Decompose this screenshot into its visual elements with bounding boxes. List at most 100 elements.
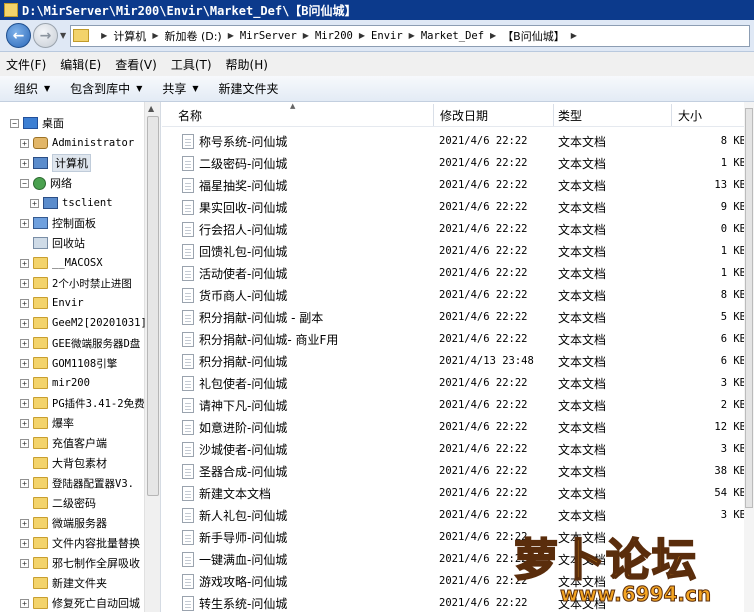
breadcrumb-current-folder[interactable]: 【B问仙城】 (502, 28, 565, 44)
nav-tree-item[interactable]: + 邪七制作全屏吸收 (20, 553, 140, 573)
file-list-scrollbar-thumb[interactable] (745, 108, 753, 508)
nav-tree-item[interactable]: 二级密码 (20, 493, 96, 513)
chevron-right-icon[interactable]: ▶ (490, 31, 496, 40)
expand-icon[interactable]: + (20, 338, 29, 348)
nav-tree-item[interactable]: + 爆率 (20, 413, 74, 433)
chevron-right-icon[interactable]: ▶ (303, 31, 309, 40)
nav-tree-item[interactable]: + 计算机 (20, 153, 91, 173)
menu-view[interactable]: 查看(V) (115, 56, 157, 73)
collapse-icon[interactable]: − (20, 178, 29, 188)
chevron-right-icon[interactable]: ▶ (152, 31, 158, 40)
nav-tree-item[interactable]: − 桌面 (10, 113, 64, 133)
chevron-right-icon[interactable]: ▶ (228, 31, 234, 40)
column-header-type[interactable]: 类型 (554, 104, 672, 126)
breadcrumb-computer[interactable]: 计算机 (113, 28, 146, 44)
expand-icon[interactable]: + (20, 318, 29, 328)
file-row[interactable]: 圣器合成-问仙城 2021/4/6 22:22 文本文档 38 KB (162, 460, 754, 482)
file-row[interactable]: 积分捐献-问仙城 - 副本 2021/4/6 22:22 文本文档 5 KB (162, 306, 754, 328)
file-row[interactable]: 请神下凡-问仙城 2021/4/6 22:22 文本文档 2 KB (162, 394, 754, 416)
expand-icon[interactable]: + (20, 258, 29, 268)
nav-tree-item[interactable]: + 文件内容批量替换 (20, 533, 140, 553)
nav-tree-item[interactable]: + 登陆器配置器V3. (20, 473, 134, 493)
nav-tree-item[interactable]: + 充值客户端 (20, 433, 107, 453)
expand-icon[interactable]: + (20, 558, 29, 568)
expand-icon[interactable]: + (20, 438, 29, 448)
column-header-name[interactable]: ▲ 名称 (166, 102, 434, 126)
nav-tree-item[interactable]: + GOM1108引擎 (20, 353, 117, 373)
expand-icon[interactable]: + (20, 398, 29, 408)
nav-tree-item[interactable]: 新建文件夹 (20, 573, 107, 593)
chevron-right-icon[interactable]: ▶ (571, 31, 577, 40)
expand-icon[interactable]: + (20, 158, 29, 168)
column-header-date[interactable]: 修改日期 (434, 104, 554, 126)
file-row[interactable]: 果实回收-问仙城 2021/4/6 22:22 文本文档 9 KB (162, 196, 754, 218)
file-row[interactable]: 称号系统-问仙城 2021/4/6 22:22 文本文档 8 KB (162, 130, 754, 152)
include-in-library-button[interactable]: 包含到库中 ▼ (70, 80, 142, 97)
nav-tree-item[interactable]: − 网络 (20, 173, 72, 193)
breadcrumb-mir200[interactable]: Mir200 (315, 30, 353, 42)
nav-tree-item[interactable]: + Administrator (20, 133, 134, 153)
recent-pages-dropdown[interactable]: ▼ (60, 31, 66, 40)
forward-button[interactable]: → (33, 23, 58, 48)
file-row[interactable]: 福星抽奖-问仙城 2021/4/6 22:22 文本文档 13 KB (162, 174, 754, 196)
back-button[interactable]: ← (6, 23, 31, 48)
collapse-icon[interactable]: − (10, 118, 19, 128)
expand-icon[interactable]: + (20, 278, 29, 288)
menu-file[interactable]: 文件(F) (6, 56, 46, 73)
nav-tree-item[interactable]: 大背包素材 (20, 453, 107, 473)
file-row[interactable]: 沙城使者-问仙城 2021/4/6 22:22 文本文档 3 KB (162, 438, 754, 460)
file-row[interactable]: 货币商人-问仙城 2021/4/6 22:22 文本文档 8 KB (162, 284, 754, 306)
chevron-right-icon[interactable]: ▶ (409, 31, 415, 40)
organize-button[interactable]: 组织 ▼ (14, 80, 50, 97)
file-row[interactable]: 新建文本文档 2021/4/6 22:22 文本文档 54 KB (162, 482, 754, 504)
nav-tree-item[interactable]: + GEE微端服务器D盘 (20, 333, 140, 353)
nav-scrollbar[interactable]: ▲ (144, 102, 160, 612)
expand-icon[interactable]: + (20, 298, 29, 308)
file-row[interactable]: 二级密码-问仙城 2021/4/6 22:22 文本文档 1 KB (162, 152, 754, 174)
expand-icon[interactable]: + (20, 138, 29, 148)
expand-icon[interactable]: + (20, 478, 29, 488)
chevron-right-icon[interactable]: ▶ (359, 31, 365, 40)
nav-tree-item[interactable]: + __MACOSX (20, 253, 103, 273)
menu-tools[interactable]: 工具(T) (171, 56, 212, 73)
expand-icon[interactable]: + (20, 518, 29, 528)
file-row[interactable]: 积分捐献-问仙城 2021/4/13 23:48 文本文档 6 KB (162, 350, 754, 372)
file-row[interactable]: 如意进阶-问仙城 2021/4/6 22:22 文本文档 12 KB (162, 416, 754, 438)
nav-tree-item[interactable]: 回收站 (20, 233, 85, 253)
file-row[interactable]: 回馈礼包-问仙城 2021/4/6 22:22 文本文档 1 KB (162, 240, 754, 262)
nav-tree-item[interactable]: + mir200 (20, 373, 90, 393)
address-bar[interactable]: ▶ 计算机 ▶ 新加卷 (D:) ▶ MirServer ▶ Mir200 ▶ … (70, 24, 750, 47)
menu-edit[interactable]: 编辑(E) (60, 56, 101, 73)
new-folder-button[interactable]: 新建文件夹 (219, 80, 279, 97)
nav-tree-item[interactable]: + tsclient (30, 193, 113, 213)
file-row[interactable]: 积分捐献-问仙城- 商业F用 2021/4/6 22:22 文本文档 6 KB (162, 328, 754, 350)
breadcrumb-envir[interactable]: Envir (371, 30, 403, 42)
expand-icon[interactable]: + (20, 598, 29, 608)
column-header-size[interactable]: 大小 (672, 104, 754, 126)
nav-scrollbar-thumb[interactable] (147, 116, 159, 496)
expand-icon[interactable]: + (20, 538, 29, 548)
file-row[interactable]: 礼包使者-问仙城 2021/4/6 22:22 文本文档 3 KB (162, 372, 754, 394)
nav-tree-item[interactable]: + 修复死亡自动回城 (20, 593, 140, 612)
share-button[interactable]: 共享 ▼ (162, 80, 198, 97)
nav-tree-label: PG插件3.41-2免费 (52, 397, 145, 410)
nav-tree-item[interactable]: + Envir (20, 293, 84, 313)
scroll-up-icon[interactable]: ▲ (148, 104, 154, 113)
nav-tree-item[interactable]: + GeeM2[20201031] (20, 313, 147, 333)
nav-tree-item[interactable]: + PG插件3.41-2免费 (20, 393, 145, 413)
expand-icon[interactable]: + (20, 378, 29, 388)
menu-help[interactable]: 帮助(H) (226, 56, 268, 73)
expand-icon[interactable]: + (20, 358, 29, 368)
nav-tree-item[interactable]: + 控制面板 (20, 213, 96, 233)
nav-tree-item[interactable]: + 微端服务器 (20, 513, 107, 533)
expand-icon[interactable]: + (20, 418, 29, 428)
breadcrumb-market-def[interactable]: Market_Def (421, 30, 484, 42)
nav-tree-item[interactable]: +2个小时禁止进图 (20, 273, 132, 293)
expand-icon[interactable]: + (20, 218, 29, 228)
expand-icon[interactable]: + (30, 198, 39, 208)
file-row[interactable]: 行会招人-问仙城 2021/4/6 22:22 文本文档 0 KB (162, 218, 754, 240)
file-row[interactable]: 活动使者-问仙城 2021/4/6 22:22 文本文档 1 KB (162, 262, 754, 284)
breadcrumb-mirserver[interactable]: MirServer (240, 30, 297, 42)
chevron-right-icon[interactable]: ▶ (101, 31, 107, 40)
breadcrumb-drive[interactable]: 新加卷 (D:) (164, 28, 221, 44)
